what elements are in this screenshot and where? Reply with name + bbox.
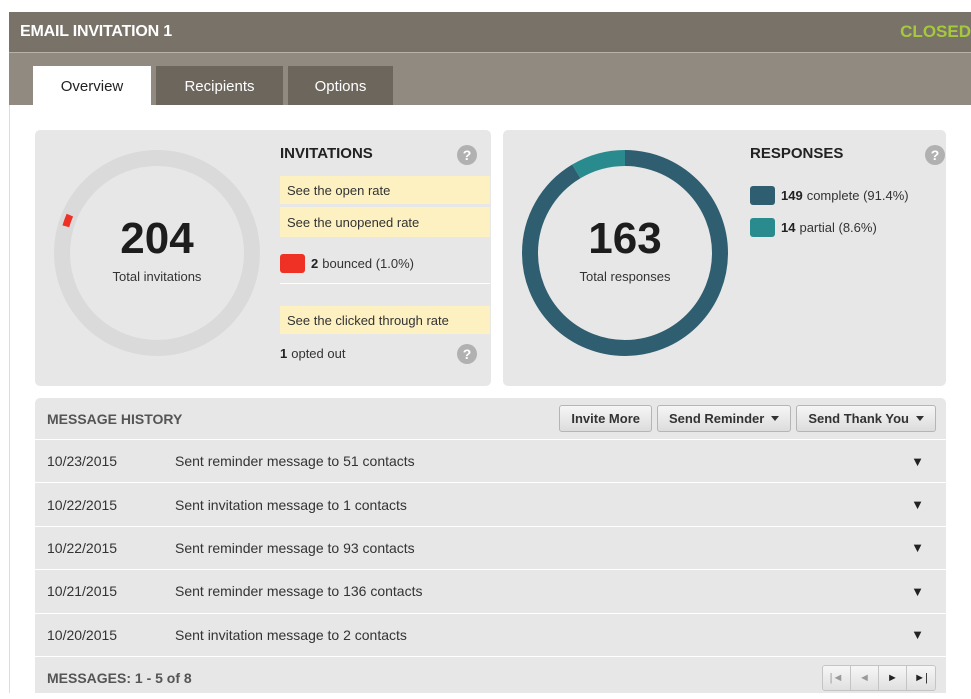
total-invitations-label: Total invitations <box>112 269 202 284</box>
invitation-title: EMAIL INVITATION 1 <box>20 23 172 40</box>
status-badge: CLOSED <box>900 22 971 41</box>
caret-down-icon <box>771 416 780 421</box>
invite-more-button[interactable]: Invite More <box>559 405 652 432</box>
opted-out-text: opted out <box>291 345 346 361</box>
responses-ring: 163 Total responses <box>520 148 730 358</box>
complete-swatch <box>750 186 775 205</box>
history-message: Sent invitation message to 1 contacts <box>175 496 407 513</box>
history-message: Sent reminder message to 136 contacts <box>175 583 423 600</box>
total-responses-label: Total responses <box>579 269 671 284</box>
invitations-ring: 204 Total invitations <box>52 148 262 358</box>
email-invitation-panel: EMAIL INVITATION 1 CLOSED Overview Recip… <box>9 12 971 693</box>
unopened-rate-link[interactable]: See the unopened rate <box>280 207 490 237</box>
history-row[interactable]: 10/20/2015 Sent invitation message to 2 … <box>35 614 946 657</box>
invitations-help-icon[interactable]: ? <box>457 145 477 165</box>
invite-more-label: Invite More <box>571 411 640 426</box>
responses-card: 163 Total responses RESPONSES ? 149 comp… <box>503 130 946 386</box>
partial-stat: 14 partial (8.6%) <box>750 218 877 237</box>
total-responses-count: 163 <box>588 214 662 263</box>
opted-out-help-icon[interactable]: ? <box>457 344 477 364</box>
clicked-through-link[interactable]: See the clicked through rate <box>280 306 490 334</box>
send-reminder-label: Send Reminder <box>668 411 765 426</box>
open-rate-link[interactable]: See the open rate <box>280 176 490 204</box>
history-message: Sent reminder message to 93 contacts <box>175 539 415 556</box>
pagination: |◄ ◄ ► ►| <box>822 664 936 691</box>
history-date: 10/23/2015 <box>47 453 118 470</box>
overview-content: 204 Total invitations INVITATIONS ? See … <box>9 105 971 693</box>
send-reminder-button[interactable]: Send Reminder <box>656 405 792 432</box>
expand-icon[interactable]: ▼ <box>911 627 924 642</box>
tab-recipients[interactable]: Recipients <box>156 66 283 106</box>
send-thank-you-button[interactable]: Send Thank You <box>796 405 936 432</box>
history-date: 10/20/2015 <box>47 626 118 643</box>
expand-icon[interactable]: ▼ <box>911 584 924 599</box>
history-row[interactable]: 10/23/2015 Sent reminder message to 51 c… <box>35 440 946 484</box>
history-actions: Invite More Send Reminder Send Thank You <box>559 405 936 432</box>
bounced-count: 2 <box>311 255 319 271</box>
history-date: 10/22/2015 <box>47 496 118 513</box>
caret-down-icon <box>916 416 924 421</box>
history-row[interactable]: 10/21/2015 Sent reminder message to 136 … <box>35 570 946 614</box>
expand-icon[interactable]: ▼ <box>911 454 924 469</box>
invitations-card: 204 Total invitations INVITATIONS ? See … <box>35 130 491 386</box>
partial-count: 14 <box>781 220 796 235</box>
message-history-header: MESSAGE HISTORY Invite More Send Reminde… <box>35 398 946 440</box>
prev-page-button[interactable]: ◄ <box>851 665 879 690</box>
message-history: MESSAGE HISTORY Invite More Send Reminde… <box>35 398 946 693</box>
expand-icon[interactable]: ▼ <box>911 497 924 512</box>
history-row[interactable]: 10/22/2015 Sent invitation message to 1 … <box>35 483 946 527</box>
opted-out-stat: 1 opted out <box>280 343 345 363</box>
tab-overview[interactable]: Overview <box>33 66 151 106</box>
history-message: Sent invitation message to 2 contacts <box>175 626 407 643</box>
title-bar: EMAIL INVITATION 1 CLOSED <box>9 12 971 52</box>
complete-count: 149 <box>781 188 803 203</box>
opted-out-count: 1 <box>280 345 288 361</box>
send-thank-you-label: Send Thank You <box>808 411 909 426</box>
bounced-stat: 2 bounced (1.0%) <box>280 252 414 274</box>
messages-count: MESSAGES: 1 - 5 of 8 <box>47 669 192 686</box>
message-history-title: MESSAGE HISTORY <box>47 410 183 427</box>
invitations-title: INVITATIONS <box>280 145 373 162</box>
history-row[interactable]: 10/22/2015 Sent reminder message to 93 c… <box>35 527 946 571</box>
bounced-swatch <box>280 253 305 273</box>
divider <box>280 283 490 284</box>
tab-bar: Overview Recipients Options <box>9 52 971 106</box>
total-invitations-count: 204 <box>120 214 194 263</box>
bounced-text: bounced (1.0%) <box>322 255 415 271</box>
history-message: Sent reminder message to 51 contacts <box>175 453 415 470</box>
first-page-button[interactable]: |◄ <box>823 665 851 690</box>
complete-stat: 149 complete (91.4%) <box>750 186 909 205</box>
responses-title: RESPONSES <box>750 145 844 162</box>
responses-help-icon[interactable]: ? <box>925 145 945 165</box>
partial-swatch <box>750 218 775 237</box>
expand-icon[interactable]: ▼ <box>911 540 924 555</box>
complete-text: complete (91.4%) <box>806 188 909 203</box>
partial-text: partial (8.6%) <box>799 220 877 235</box>
last-page-button[interactable]: ►| <box>907 665 935 690</box>
tab-options[interactable]: Options <box>288 66 393 106</box>
next-page-button[interactable]: ► <box>879 665 907 690</box>
history-date: 10/22/2015 <box>47 539 118 556</box>
history-date: 10/21/2015 <box>47 583 118 600</box>
